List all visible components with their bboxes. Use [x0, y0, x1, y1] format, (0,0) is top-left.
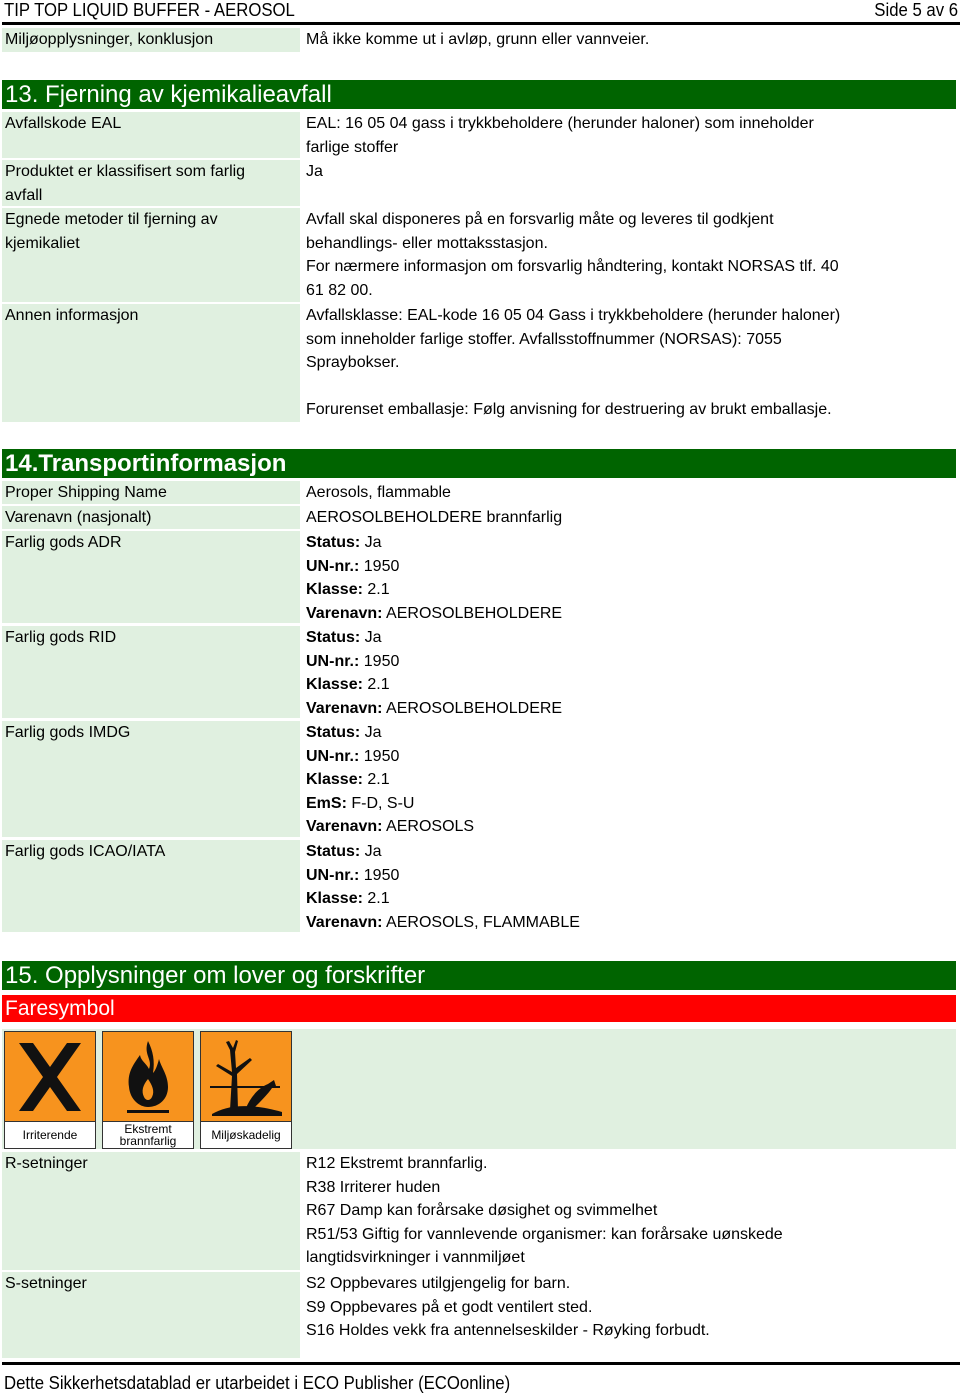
s-phrase: S16 Holdes vekk fra antennelseskilder - … [306, 1322, 710, 1340]
table-row: Proper Shipping Name Aerosols, flammable [2, 481, 958, 504]
page-header: TIP TOP LIQUID BUFFER - AEROSOL Side 5 a… [4, 0, 958, 22]
hazard-symbol-flammable: Ekstremt brannfarlig [102, 1031, 194, 1149]
irritant-x-icon [19, 1042, 81, 1111]
row-value: AEROSOLBEHOLDERE brannfarlig [300, 506, 958, 529]
r-phrase: R12 Ekstremt brannfarlig. [306, 1155, 488, 1172]
row-value: Avfallsklasse: EAL-kode 16 05 04 Gass i … [300, 304, 958, 422]
row-label: Avfallskode EAL [2, 112, 300, 158]
row-label: Farlig gods ICAO/IATA [2, 840, 300, 932]
row-label: Farlig gods RID [2, 626, 300, 718]
footer-divider [2, 1362, 960, 1365]
row-value: Ja [300, 160, 958, 206]
row-label: R-setninger [2, 1152, 300, 1270]
row-value: Avfall skal disponeres på en forsvarlig … [300, 208, 958, 302]
hazard-symbols: Irriterende Ekstremt brannfarlig Miljøsk… [2, 1029, 956, 1149]
section-14-heading: 14.Transportinformasjon [2, 449, 956, 478]
table-row: Varenavn (nasjonalt) AEROSOLBEHOLDERE br… [2, 506, 958, 529]
table-row: Avfallskode EAL EAL: 16 05 04 gass i try… [2, 112, 958, 158]
hazard-symbol-irritant: Irriterende [4, 1031, 96, 1149]
section-13-heading: 13. Fjerning av kjemikalieavfall [2, 80, 956, 109]
transport-rid-row: Farlig gods RID Status: Ja UN-nr.: 1950 … [2, 626, 958, 718]
table-row: Annen informasjon Avfallsklasse: EAL-kod… [2, 304, 958, 422]
page-number: Side 5 av 6 [874, 0, 958, 20]
hazard-symbol-environment: Miljøskadelig [200, 1031, 292, 1149]
symbol-caption: Irriterende [22, 1128, 78, 1142]
s-phrases-row: S-setninger S2 Oppbevares utilgjengelig … [2, 1272, 958, 1358]
row-value: Status: Ja UN-nr.: 1950 Klasse: 2.1 Vare… [300, 840, 958, 932]
row-label: Proper Shipping Name [2, 481, 300, 504]
row-value: Må ikke komme ut i avløp, grunn eller va… [300, 28, 958, 52]
transport-icao-iata-row: Farlig gods ICAO/IATA Status: Ja UN-nr.:… [2, 840, 958, 932]
row-label: Egnede metoder til fjerning av kjemikali… [2, 208, 300, 302]
row-label: Miljøopplysninger, konklusjon [2, 28, 300, 52]
row-value: R12 Ekstremt brannfarlig. R38 Irriterer … [300, 1152, 958, 1270]
row-label: Varenavn (nasjonalt) [2, 506, 300, 529]
dead-tree-fish-icon [210, 1039, 282, 1116]
flame-icon [127, 1040, 169, 1113]
r-phrase: langtidsvirkninger i vannmiljøet [306, 1249, 525, 1267]
footer-text: Dette Sikkerhetsdatablad er utarbeidet i… [4, 1373, 511, 1393]
r-phrase: R67 Damp kan forårsake døsighet og svimm… [306, 1202, 658, 1220]
row-value: Status: Ja UN-nr.: 1950 Klasse: 2.1 Vare… [300, 626, 958, 718]
s-phrase: S9 Oppbevares på et godt ventilert sted. [306, 1298, 593, 1316]
transport-adr-row: Farlig gods ADR Status: Ja UN-nr.: 1950 … [2, 531, 958, 623]
symbol-caption: Ekstremt brannfarlig [119, 1122, 177, 1148]
header-divider [2, 22, 960, 25]
table-row: Produktet er klassifisert som farlig avf… [2, 160, 958, 206]
r-phrases-row: R-setninger R12 Ekstremt brannfarlig. R3… [2, 1152, 958, 1270]
document-title: TIP TOP LIQUID BUFFER - AEROSOL [4, 0, 295, 20]
section-15-heading: 15. Opplysninger om lover og forskrifter [2, 961, 956, 990]
row-label: Farlig gods ADR [2, 531, 300, 623]
symbol-caption: Miljøskadelig [211, 1128, 281, 1142]
row-label: Produktet er klassifisert som farlig avf… [2, 160, 300, 206]
row-value: Status: Ja UN-nr.: 1950 Klasse: 2.1 Vare… [300, 531, 958, 623]
r-phrase: R38 Irriterer huden [306, 1178, 441, 1196]
row-label: Annen informasjon [2, 304, 300, 422]
r-phrase: R51/53 Giftig for vannlevende organismer… [306, 1225, 783, 1243]
row-value: Status: Ja UN-nr.: 1950 Klasse: 2.1 EmS:… [300, 721, 958, 837]
row-value: EAL: 16 05 04 gass i trykkbeholdere (her… [300, 112, 958, 158]
env-conclusion-row: Miljøopplysninger, konklusjon Må ikke ko… [2, 28, 958, 52]
transport-imdg-row: Farlig gods IMDG Status: Ja UN-nr.: 1950… [2, 721, 958, 837]
row-value: S2 Oppbevares utilgjengelig for barn. S9… [300, 1272, 958, 1358]
hazard-symbols-heading: Faresymbol [2, 995, 956, 1022]
row-label: Farlig gods IMDG [2, 721, 300, 837]
s-phrase: S2 Oppbevares utilgjengelig for barn. [306, 1275, 571, 1292]
row-value: Aerosols, flammable [300, 481, 958, 504]
row-label: S-setninger [2, 1272, 300, 1358]
table-row: Egnede metoder til fjerning av kjemikali… [2, 208, 958, 302]
